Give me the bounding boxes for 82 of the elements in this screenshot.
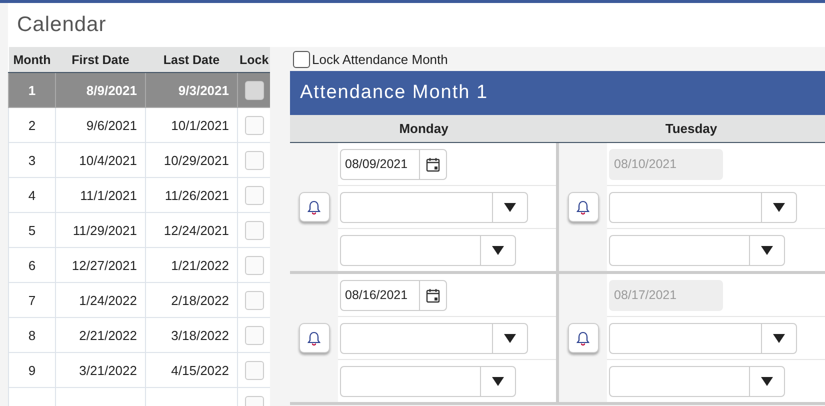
bell-icon [576, 330, 590, 346]
table-cell: 1 [8, 72, 56, 108]
lock-checkbox[interactable] [244, 220, 264, 240]
caret-icon [492, 376, 504, 386]
bell-icon [307, 200, 321, 214]
table-row[interactable]: 7 1/24/2022 2/18/2022 [8, 282, 270, 318]
table-cell: 6 [8, 248, 56, 282]
table-cell: 8 [8, 318, 56, 352]
table-cell: 11/1/2021 [56, 178, 146, 212]
table-row[interactable]: 5 11/29/2021 12/24/2021 [8, 212, 270, 248]
table-cell: 9 [8, 352, 56, 388]
table-cell: 9/3/2021 [146, 72, 238, 108]
bell-icon [307, 330, 321, 346]
table-cell: 10/4/2021 [56, 142, 146, 178]
table-cell: 2/21/2022 [56, 318, 146, 352]
table-cell: 12/27/2021 [56, 248, 146, 282]
table-cell: 3 [8, 142, 56, 178]
column-header: Lock [238, 47, 270, 72]
lock-month-label: Lock Attendance Month [312, 52, 448, 66]
dropdown[interactable] [609, 366, 785, 396]
table-cell: 4 [8, 178, 56, 212]
notify-button[interactable] [568, 192, 598, 222]
table-cell: 1/24/2022 [56, 282, 146, 318]
notify-button[interactable] [298, 323, 330, 353]
table-cell: 12/24/2021 [146, 212, 238, 248]
dropdown[interactable] [340, 366, 516, 396]
table-cell: 11/29/2021 [56, 212, 146, 248]
lock-checkbox[interactable] [244, 150, 264, 170]
table-cell: 8/9/2021 [56, 72, 146, 108]
caret-icon [773, 334, 785, 342]
table-cell: 2 [8, 108, 56, 142]
calendar-icon [426, 288, 440, 302]
day-header: Tuesday [664, 120, 718, 138]
table-cell: 1/21/2022 [146, 248, 238, 282]
calendar-icon [426, 156, 440, 172]
table-cell: 2/18/2022 [146, 282, 238, 318]
day-header: Monday [398, 120, 450, 138]
table-cell: 10/1/2021 [146, 108, 238, 142]
lock-checkbox[interactable] [244, 290, 264, 310]
lock-checkbox[interactable] [244, 186, 264, 204]
lock-checkbox[interactable] [244, 360, 264, 380]
caret-icon [761, 246, 773, 254]
lock-month-checkbox[interactable] [293, 50, 310, 68]
dropdown[interactable] [609, 192, 797, 222]
caret-icon [504, 334, 516, 342]
table-row[interactable]: 6 12/27/2021 1/21/2022 [8, 248, 270, 282]
table-row[interactable]: 3 10/4/2021 10/29/2021 [8, 142, 270, 178]
table-cell: 5 [8, 212, 56, 248]
caret-icon [761, 376, 773, 386]
table-row[interactable]: 8 2/21/2022 3/18/2022 [8, 318, 270, 352]
lock-checkbox[interactable] [244, 116, 264, 134]
lock-checkbox[interactable] [244, 80, 264, 100]
notify-button[interactable] [298, 192, 330, 222]
column-header: First Date [56, 47, 146, 72]
dropdown[interactable] [340, 234, 516, 266]
column-header: Month [8, 47, 56, 72]
table-row[interactable]: 9 3/21/2022 4/15/2022 [8, 352, 270, 388]
date-field[interactable]: 08/09/2021 [340, 148, 447, 180]
lock-checkbox[interactable] [244, 256, 264, 274]
dropdown[interactable] [340, 192, 528, 222]
date-field[interactable]: 08/16/2021 [340, 280, 447, 310]
table-cell: 4/15/2022 [146, 352, 238, 388]
table-row[interactable]: 4 11/1/2021 11/26/2021 [8, 178, 270, 212]
table-cell: 10/29/2021 [146, 142, 238, 178]
notify-button[interactable] [568, 323, 598, 353]
caret-icon [504, 202, 516, 212]
dropdown[interactable] [340, 322, 528, 354]
caret-icon [492, 246, 504, 254]
column-header: Last Date [146, 47, 238, 72]
bell-icon [576, 200, 590, 214]
lock-checkbox[interactable] [244, 326, 264, 344]
table-cell: 11/26/2021 [146, 178, 238, 212]
caret-icon [773, 202, 785, 212]
table-row[interactable]: 2 9/6/2021 10/1/2021 [8, 108, 270, 142]
table-cell: 3/21/2022 [56, 352, 146, 388]
dropdown[interactable] [609, 322, 797, 354]
page-title: Calendar [17, 13, 106, 37]
table-cell: 9/6/2021 [56, 108, 146, 142]
table-cell: 7 [8, 282, 56, 318]
table-cell: 3/18/2022 [146, 318, 238, 352]
month-title: Attendance Month 1 [300, 82, 488, 104]
dropdown[interactable] [609, 234, 785, 266]
